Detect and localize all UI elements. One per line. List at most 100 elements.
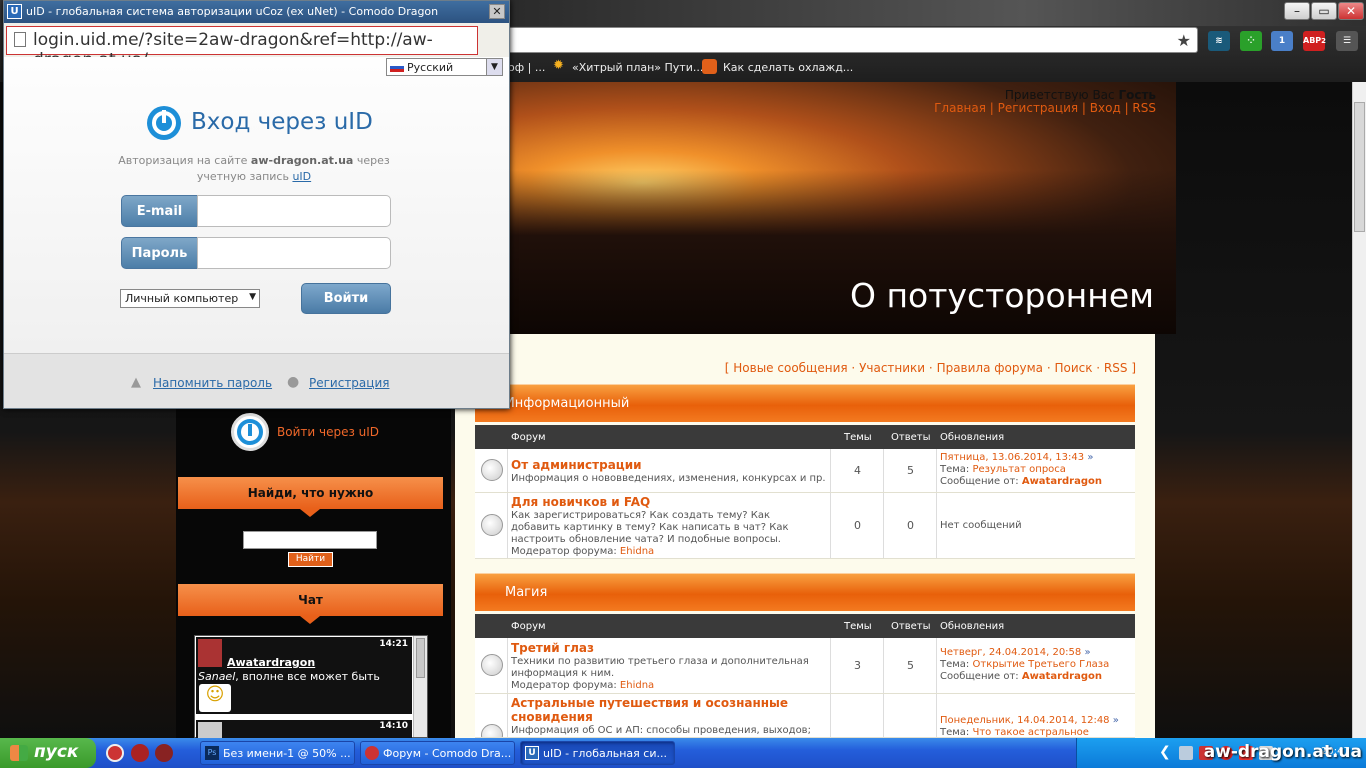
page-scrollbar[interactable] xyxy=(1352,82,1366,738)
avatar xyxy=(198,722,222,738)
greeting: Приветствую Вас Гость xyxy=(1005,88,1156,102)
forum-title[interactable]: Для новичков и FAQ xyxy=(511,495,650,509)
category-header[interactable]: Магия xyxy=(475,573,1135,611)
extension-icon[interactable]: 1 xyxy=(1271,31,1293,51)
topics-count: 4 xyxy=(854,464,861,477)
intro-text: через xyxy=(356,154,390,167)
jump-icon[interactable]: » xyxy=(1084,647,1090,658)
chat-block-head: Чат xyxy=(178,584,443,624)
forum-desc: Информация о нововведениях, изменения, к… xyxy=(511,473,826,484)
chat-message: 14:21 Awatardragon Sanael, вполне все мо… xyxy=(196,637,412,714)
taskbar-item-active[interactable]: UuID - глобальная си... xyxy=(520,741,675,765)
chat-time: 14:21 xyxy=(379,639,408,649)
forum-title[interactable]: Астральные путешествия и осознанные снов… xyxy=(511,696,811,724)
uid-link[interactable]: uID xyxy=(292,170,311,183)
uid-login-link[interactable]: Войти через uID xyxy=(277,425,379,439)
maximize-button[interactable]: ▭ xyxy=(1311,2,1337,20)
device-select[interactable]: Личный компьютер ▼ xyxy=(120,289,260,308)
forum-moderator: Модератор форума: Ehidna xyxy=(511,680,654,692)
chat-message-text: , вполне все может быть xyxy=(235,670,380,683)
page-icon xyxy=(14,32,26,47)
expand-tray-icon[interactable]: ❮ xyxy=(1159,744,1171,760)
update-date[interactable]: Понедельник, 14.04.2014, 12:48 xyxy=(940,715,1110,726)
close-button[interactable]: ✕ xyxy=(489,4,505,19)
forum-title[interactable]: Третий глаз xyxy=(511,641,594,655)
update-topic[interactable]: Что такое астральное xyxy=(973,727,1089,737)
category-header[interactable]: Информационный xyxy=(475,384,1135,422)
nav-rss[interactable]: RSS xyxy=(1132,101,1156,115)
bookmark-item[interactable]: Как сделать охлажд... xyxy=(723,61,853,74)
popup-titlebar: U uID - глобальная система авторизации u… xyxy=(4,1,509,23)
quicklaunch-icon[interactable] xyxy=(155,744,173,762)
bookmark-item[interactable]: оф | ... xyxy=(508,61,545,74)
extension-icon[interactable]: ≋ xyxy=(1208,31,1230,51)
moderator-label: Модератор форума: xyxy=(511,546,617,557)
update-topic[interactable]: Результат опроса xyxy=(973,464,1066,475)
update-date[interactable]: Четверг, 24.04.2014, 20:58 xyxy=(940,647,1081,658)
update-topic[interactable]: Открытие Третьего Глаза xyxy=(973,659,1110,670)
chat-author[interactable]: Awatardragon xyxy=(227,656,315,669)
popup-title: uID - глобальная система авторизации uCo… xyxy=(26,5,439,18)
uid-logo-icon xyxy=(145,104,183,142)
email-field[interactable] xyxy=(197,195,391,227)
nav-home[interactable]: Главная xyxy=(934,101,986,115)
language-value: Русский xyxy=(407,61,454,74)
topics-count: 0 xyxy=(854,519,861,532)
nav-register[interactable]: Регистрация xyxy=(998,101,1078,115)
login-button[interactable]: Войти xyxy=(301,283,391,314)
moderator-label: Модератор форума: xyxy=(511,680,617,691)
moderator-name[interactable]: Ehidna xyxy=(620,546,654,557)
forum-row: Астральные путешествия и осознанные снов… xyxy=(475,694,1135,738)
quicklaunch-icon[interactable] xyxy=(106,744,124,762)
update-author[interactable]: Awatardragon xyxy=(1022,476,1102,487)
table-header: Форум Темы Ответы Обновления xyxy=(475,614,1135,638)
language-select[interactable]: Русский ▼ xyxy=(386,58,503,76)
bookmark-star-icon[interactable]: ★ xyxy=(1177,31,1191,50)
register-link[interactable]: Регистрация xyxy=(309,376,389,390)
table-header: Форум Темы Ответы Обновления xyxy=(475,425,1135,449)
quicklaunch-icon[interactable] xyxy=(131,744,149,762)
moderator-name[interactable]: Ehidna xyxy=(620,680,654,691)
start-button[interactable]: пуск xyxy=(0,738,96,768)
forum-title[interactable]: От администрации xyxy=(511,458,642,472)
link-new-messages[interactable]: Новые сообщения xyxy=(733,361,847,375)
link-rules[interactable]: Правила форума xyxy=(937,361,1043,375)
extension-icon[interactable]: ⁘ xyxy=(1240,31,1262,51)
update-date[interactable]: Пятница, 13.06.2014, 13:43 xyxy=(940,452,1084,463)
popup-url-field[interactable]: login.uid.me/?site=2aw-dragon&ref=http:/… xyxy=(6,26,478,70)
topic-label: Тема: xyxy=(940,659,970,670)
address-bar[interactable]: ★ xyxy=(508,27,1198,53)
intro-text: Авторизация на сайте xyxy=(118,154,248,167)
scrollbar-thumb[interactable] xyxy=(416,638,425,678)
nav-login[interactable]: Вход xyxy=(1090,101,1121,115)
chat-box[interactable]: 14:21 Awatardragon Sanael, вполне все мо… xyxy=(194,635,428,738)
jump-icon[interactable]: » xyxy=(1087,452,1093,463)
device-value: Личный компьютер xyxy=(125,292,239,305)
sidebar-search-button[interactable]: Найти xyxy=(288,552,333,567)
taskbar-item[interactable]: Форум - Comodo Dra... xyxy=(360,741,515,765)
bookmark-item[interactable]: «Хитрый план» Пути... xyxy=(572,61,703,74)
col-updates: Обновления xyxy=(940,621,1005,632)
adblock-icon[interactable]: ABP2 xyxy=(1303,31,1326,51)
close-button[interactable]: ✕ xyxy=(1338,2,1364,20)
link-search[interactable]: Поиск xyxy=(1054,361,1092,375)
chat-scrollbar[interactable] xyxy=(413,636,427,737)
jump-icon[interactable]: » xyxy=(1113,715,1119,726)
remind-password-link[interactable]: Напомнить пароль xyxy=(153,376,272,390)
link-members[interactable]: Участники xyxy=(859,361,925,375)
menu-icon[interactable]: ☰ xyxy=(1336,31,1358,51)
sidebar-search-input[interactable] xyxy=(243,531,377,549)
link-rss[interactable]: RSS xyxy=(1104,361,1128,375)
taskbar-item[interactable]: Ps Без имени-1 @ 50% ... xyxy=(200,741,355,765)
topic-label: Тема: xyxy=(940,727,970,738)
forum-links: [ Новые сообщения · Участники · Правила … xyxy=(724,361,1136,375)
intro-site: aw-dragon.at.ua xyxy=(250,154,354,167)
chevron-down-icon[interactable]: ▼ xyxy=(486,59,502,75)
password-field[interactable] xyxy=(197,237,391,269)
chat-mention: Sanael xyxy=(198,670,236,683)
tray-icon[interactable] xyxy=(1179,746,1193,760)
update-author[interactable]: Awatardragon xyxy=(1022,671,1102,682)
scrollbar-thumb[interactable] xyxy=(1354,102,1365,232)
minimize-button[interactable]: – xyxy=(1284,2,1310,20)
uid-logo-icon[interactable] xyxy=(231,413,269,451)
